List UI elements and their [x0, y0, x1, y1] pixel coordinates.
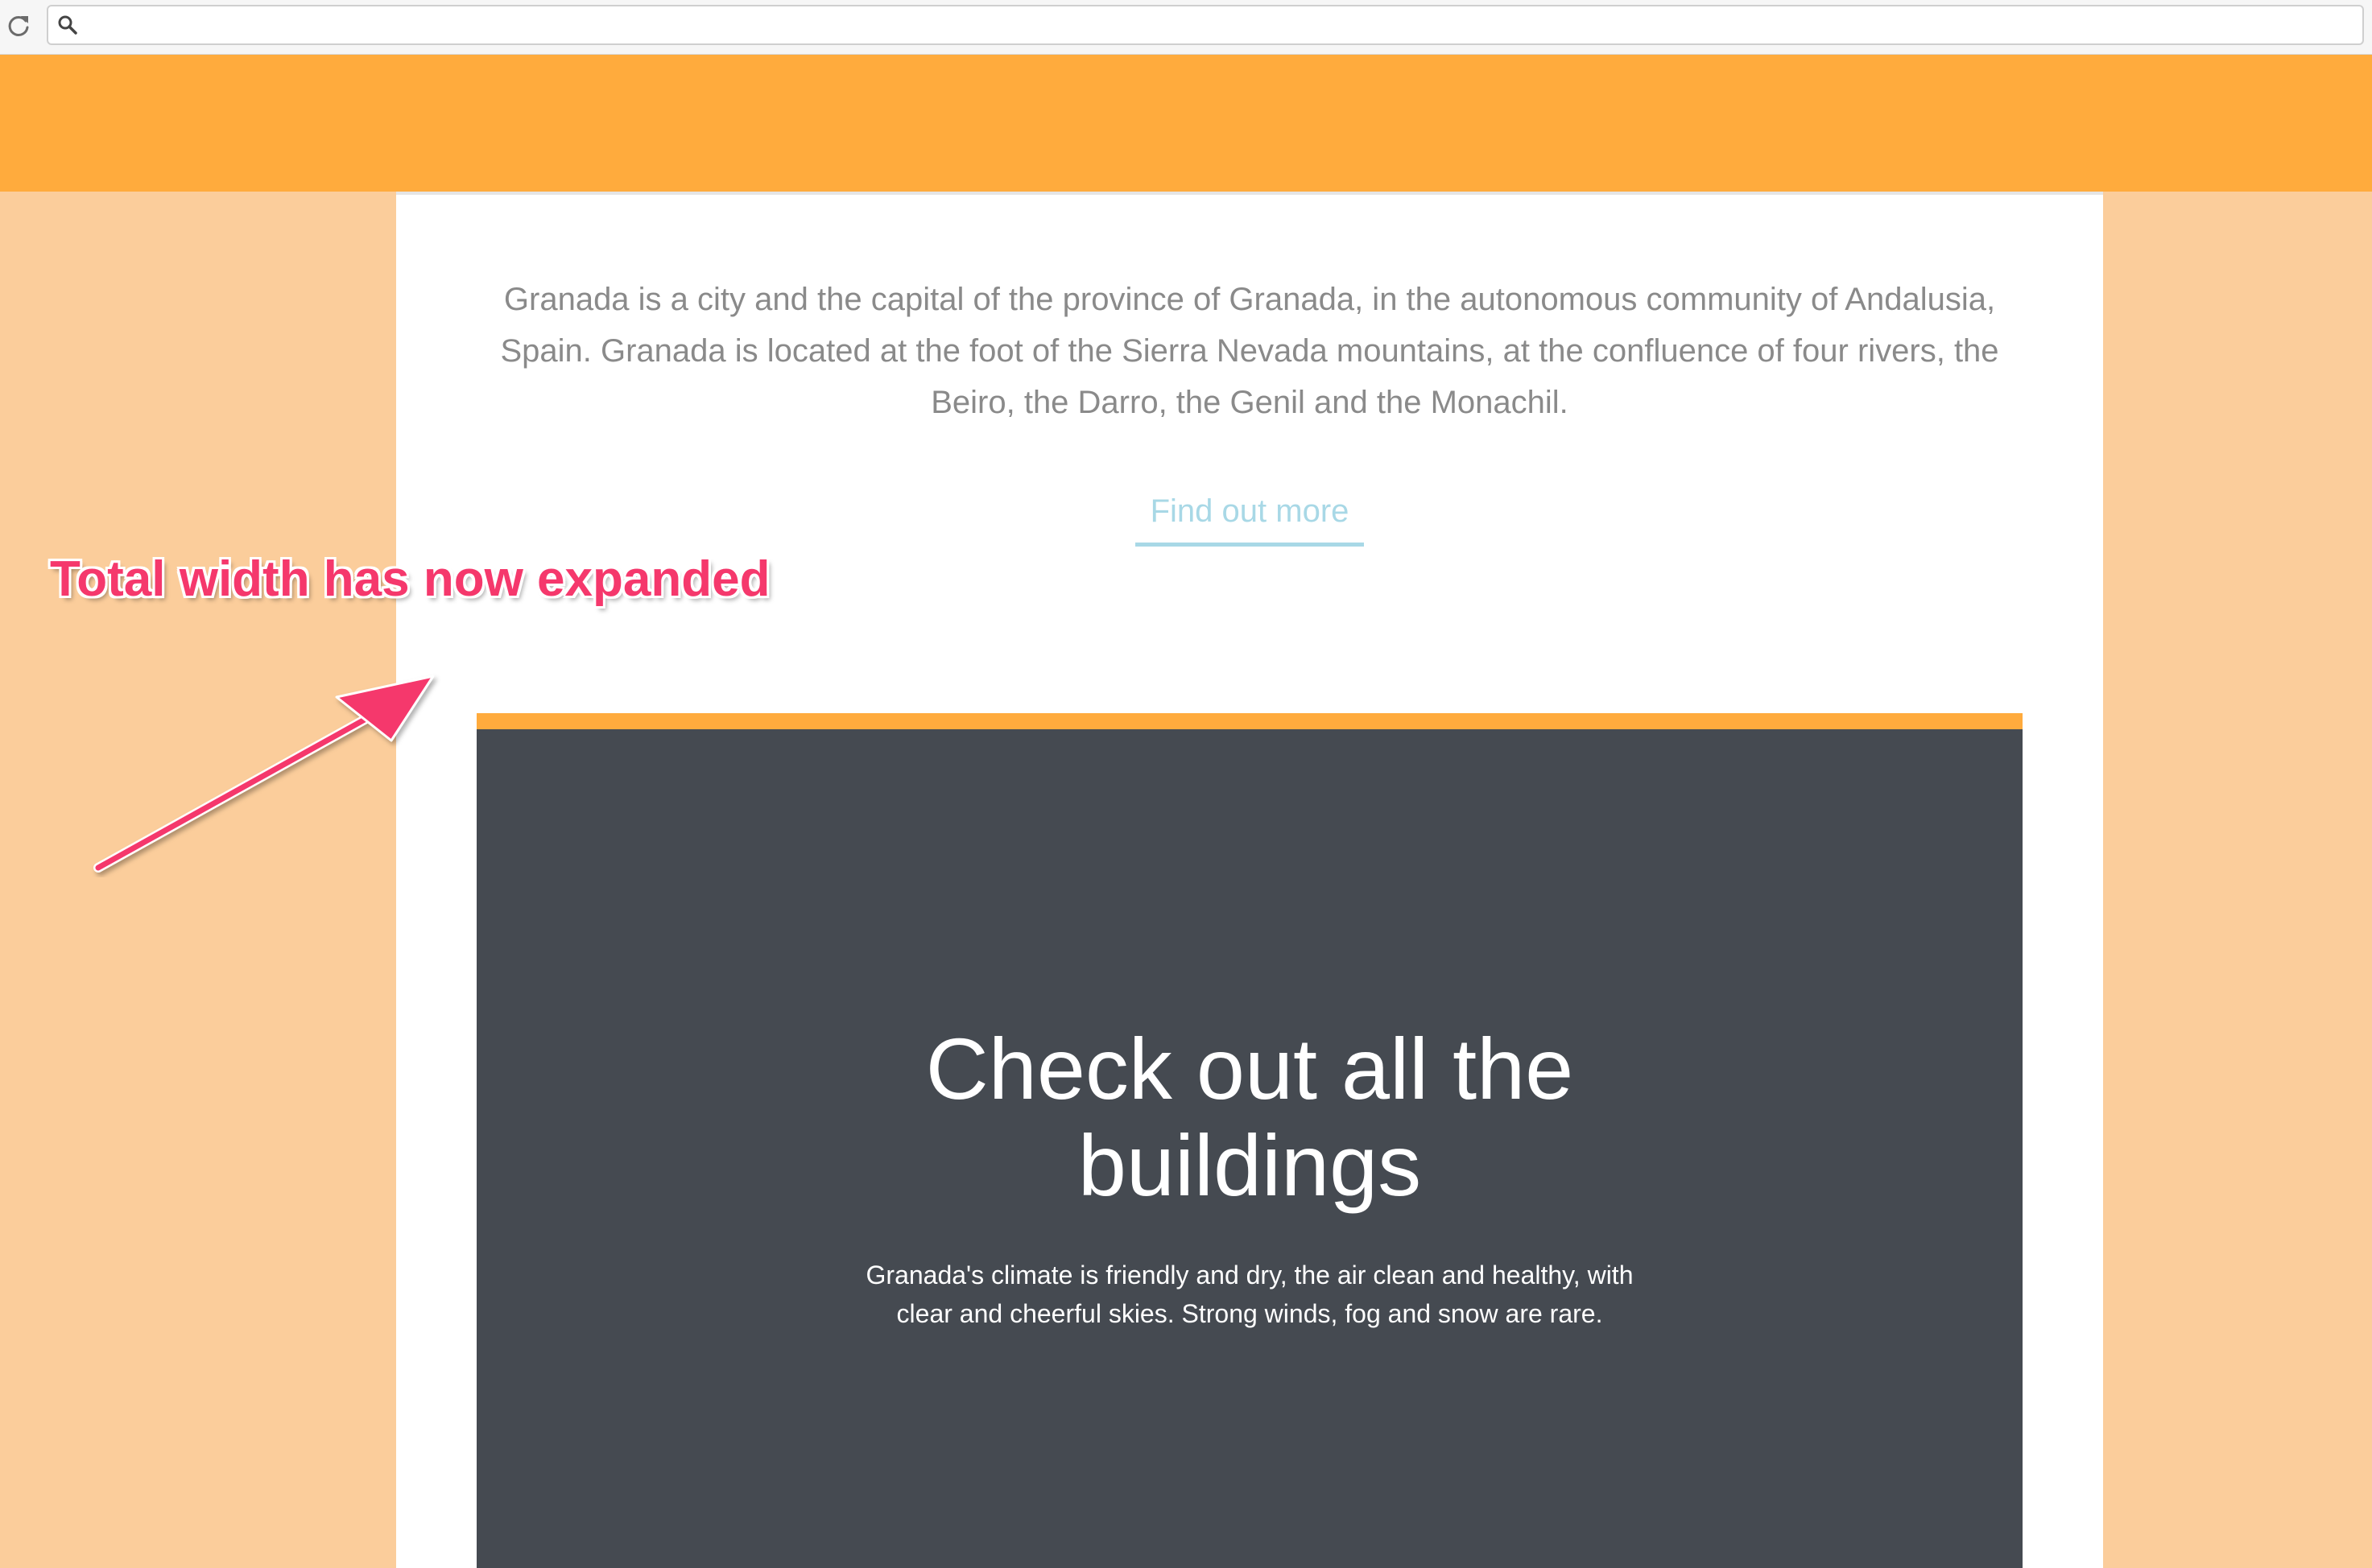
intro-line: Granada is a city and the capital of the…: [503, 282, 1996, 317]
site-header: [0, 55, 2372, 192]
intro-paragraph: Granada is a city and the capital of the…: [396, 274, 2103, 428]
find-out-more-link[interactable]: Find out more: [1135, 491, 1364, 547]
annotation-label: Total width has now expanded: [50, 551, 771, 607]
feature-title-line: buildings: [1077, 1116, 1422, 1214]
feature-title-line: Check out all the: [925, 1020, 1574, 1117]
feature-title: Check out all the buildings: [477, 1021, 2023, 1214]
feature-panel: Check out all the buildings Granada's cl…: [477, 713, 2023, 1568]
arrow-icon: [93, 675, 435, 873]
browser-toolbar: [0, 0, 2372, 55]
feature-text-line: Granada's climate is friendly and dry, t…: [866, 1261, 1634, 1289]
feature-text-line: clear and cheerful skies. Strong winds, …: [896, 1299, 1603, 1328]
intro-line: Spain. Granada is located at the foot of…: [500, 333, 1999, 369]
search-icon: [58, 15, 77, 35]
intro-line: Beiro, the Darro, the Genil and the Mona…: [931, 385, 1568, 420]
feature-description: Granada's climate is friendly and dry, t…: [477, 1256, 2023, 1333]
address-bar[interactable]: [47, 5, 2364, 45]
reload-icon[interactable]: [5, 12, 32, 39]
